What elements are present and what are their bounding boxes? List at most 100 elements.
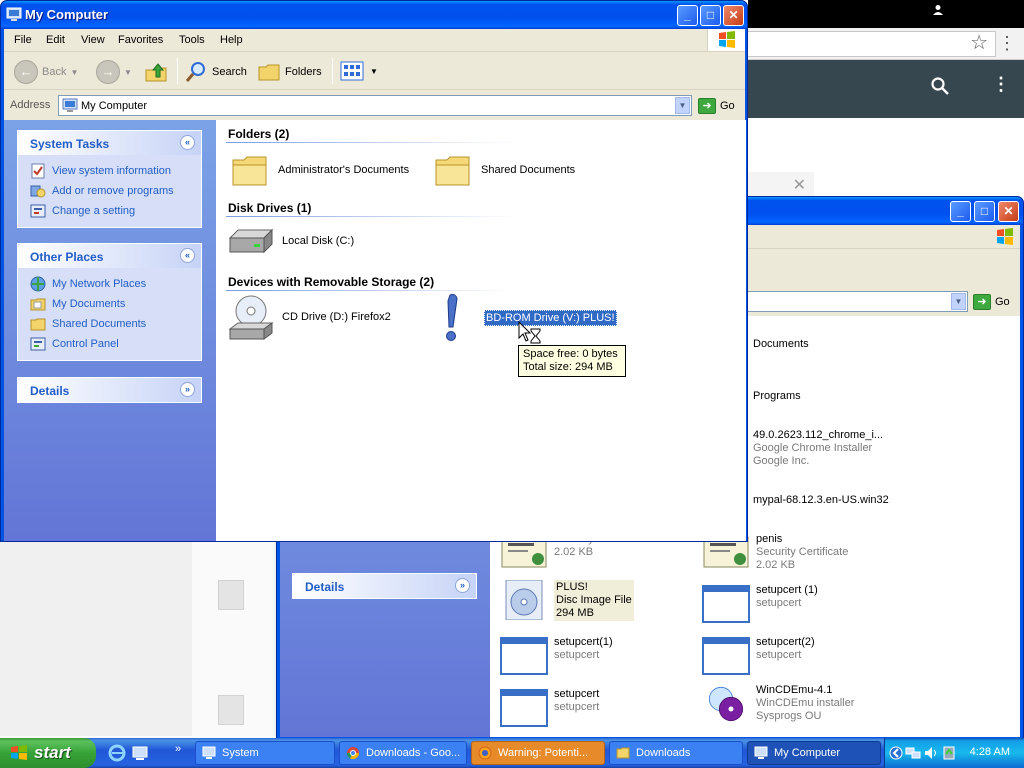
- item-size: 2.02 KB: [554, 546, 594, 558]
- list-item[interactable]: WinCDEmu-4.1 WinCDEmu installer Sysprogs…: [702, 684, 854, 724]
- panel-header[interactable]: Details »: [293, 574, 476, 598]
- expand-chevron-icon[interactable]: »: [455, 578, 470, 593]
- close-button[interactable]: ✕: [723, 5, 744, 26]
- window-file-icon: [500, 637, 548, 675]
- menu-favorites[interactable]: Favorites: [118, 34, 163, 46]
- panel-header[interactable]: Details »: [18, 378, 201, 402]
- title-bar[interactable]: My Computer _ □ ✕: [1, 1, 747, 29]
- list-item[interactable]: Programs: [753, 390, 801, 403]
- expand-chevron-icon[interactable]: »: [180, 382, 195, 397]
- show-desktop-icon[interactable]: [131, 744, 149, 762]
- menu-file[interactable]: File: [14, 34, 32, 46]
- maximize-button[interactable]: □: [974, 201, 995, 222]
- list-item[interactable]: setupcert (1) setupcert: [702, 584, 818, 624]
- list-item[interactable]: mypal-68.12.3.en-US.win32: [753, 494, 889, 507]
- go-button[interactable]: ➜ Go: [973, 294, 1010, 310]
- item-label: Administrator's Documents: [278, 164, 410, 176]
- my-computer-window: My Computer _ □ ✕ File Edit View Favorit…: [0, 0, 748, 542]
- task-add-remove-programs[interactable]: Add or remove programs: [30, 181, 201, 201]
- task-my-computer[interactable]: My Computer: [747, 741, 881, 765]
- system-tray: 4:28 AM: [884, 738, 1024, 768]
- start-button[interactable]: start: [0, 738, 96, 768]
- browser-menu-icon[interactable]: ⋮: [998, 32, 1016, 54]
- snackbar-close-icon[interactable]: ✕: [793, 175, 806, 195]
- task-view-system-information[interactable]: View system information: [30, 161, 201, 181]
- chevron-down-icon: ▼: [124, 67, 132, 77]
- wincdemu-icon: [708, 686, 744, 722]
- chevron-down-icon: ▼: [70, 67, 79, 77]
- search-icon[interactable]: [930, 76, 950, 96]
- task-label: Downloads - Goo...: [366, 747, 461, 759]
- internet-explorer-icon[interactable]: [108, 744, 126, 762]
- taskbar: start » System Downloads - Goo... Warnin…: [0, 738, 1024, 768]
- clock: 4:28 AM: [969, 746, 1010, 758]
- item-name: setupcert(2): [756, 636, 815, 648]
- minimize-button[interactable]: _: [677, 5, 698, 26]
- place-my-documents[interactable]: My Documents: [30, 294, 201, 314]
- views-icon: [340, 61, 364, 81]
- list-item[interactable]: setupcert(2) setupcert: [702, 636, 815, 676]
- task-label: View system information: [52, 165, 172, 177]
- place-label: Shared Documents: [52, 318, 147, 330]
- task-label: Change a setting: [52, 205, 136, 217]
- chevron-down-icon[interactable]: ▼: [951, 293, 966, 310]
- place-label: My Documents: [52, 298, 126, 310]
- tray-expand-icon[interactable]: [889, 745, 903, 761]
- search-button[interactable]: Search: [184, 60, 247, 84]
- maximize-button[interactable]: □: [700, 5, 721, 26]
- list-item[interactable]: setupcert setupcert: [500, 688, 599, 728]
- windows-flag-icon: [719, 31, 735, 48]
- go-button[interactable]: ➜ Go: [698, 98, 735, 114]
- place-my-network-places[interactable]: My Network Places: [30, 274, 201, 294]
- task-downloads-chrome[interactable]: Downloads - Goo...: [339, 741, 467, 765]
- address-field[interactable]: My Computer ▼: [58, 95, 692, 116]
- windows-flag-icon: [997, 228, 1013, 245]
- list-item[interactable]: Documents: [753, 338, 809, 351]
- background-page-area: [0, 540, 276, 736]
- details-panel[interactable]: Details »: [292, 573, 477, 599]
- collapse-chevron-icon[interactable]: «: [180, 135, 195, 150]
- folders-button[interactable]: Folders: [257, 60, 322, 84]
- task-change-setting[interactable]: Change a setting: [30, 201, 201, 221]
- folder-shared-documents[interactable]: Shared Documents: [433, 150, 575, 190]
- task-system[interactable]: System: [195, 741, 335, 765]
- list-item[interactable]: 49.0.2623.112_chrome_i... Google Chrome …: [753, 429, 883, 468]
- task-warning-firefox[interactable]: Warning: Potenti...: [471, 741, 605, 765]
- menu-tools[interactable]: Tools: [179, 34, 205, 46]
- network-tray-icon[interactable]: [905, 745, 921, 761]
- window-file-icon: [702, 585, 750, 623]
- more-options-icon[interactable]: ⋮: [992, 74, 1010, 94]
- toolbar-separator: [177, 58, 178, 84]
- up-folder-button[interactable]: [144, 60, 168, 84]
- drive-cd-d[interactable]: CD Drive (D:) Firefox2: [228, 293, 391, 341]
- quick-launch-chevron-icon[interactable]: »: [175, 743, 181, 755]
- minimize-button[interactable]: _: [950, 201, 971, 222]
- drive-local-disk-c[interactable]: Local Disk (C:): [228, 226, 354, 256]
- views-button[interactable]: ▼: [340, 60, 378, 82]
- toolbar: ← Back ▼ → ▼ Search Folders ▼: [4, 52, 745, 90]
- task-downloads-folder[interactable]: Downloads: [609, 741, 743, 765]
- address-label: Address: [10, 99, 51, 111]
- folder-administrators-documents[interactable]: Administrator's Documents: [230, 150, 409, 190]
- menu-help[interactable]: Help: [220, 34, 243, 46]
- list-item[interactable]: setupcert(1) setupcert: [500, 636, 613, 676]
- item-name: setupcert (1): [756, 584, 818, 596]
- menu-edit[interactable]: Edit: [46, 34, 65, 46]
- collapse-chevron-icon[interactable]: «: [180, 248, 195, 263]
- drive-tooltip: Space free: 0 bytes Total size: 294 MB: [518, 345, 626, 377]
- safely-remove-icon[interactable]: [941, 745, 957, 761]
- place-shared-documents[interactable]: Shared Documents: [30, 314, 201, 334]
- profile-icon[interactable]: [932, 4, 944, 19]
- panel-header[interactable]: Other Places «: [18, 244, 201, 268]
- chevron-down-icon[interactable]: ▼: [675, 97, 690, 114]
- volume-icon[interactable]: [923, 745, 939, 761]
- forward-button[interactable]: → ▼: [96, 60, 132, 84]
- menu-view[interactable]: View: [81, 34, 105, 46]
- back-button[interactable]: ← Back ▼: [14, 60, 78, 84]
- bookmark-star-icon[interactable]: ☆: [970, 32, 988, 54]
- place-control-panel[interactable]: Control Panel: [30, 334, 201, 354]
- close-button[interactable]: ✕: [998, 201, 1019, 222]
- url-field[interactable]: [748, 31, 996, 57]
- list-item[interactable]: PLUS! Disc Image File 294 MB: [500, 580, 634, 621]
- panel-header[interactable]: System Tasks «: [18, 131, 201, 155]
